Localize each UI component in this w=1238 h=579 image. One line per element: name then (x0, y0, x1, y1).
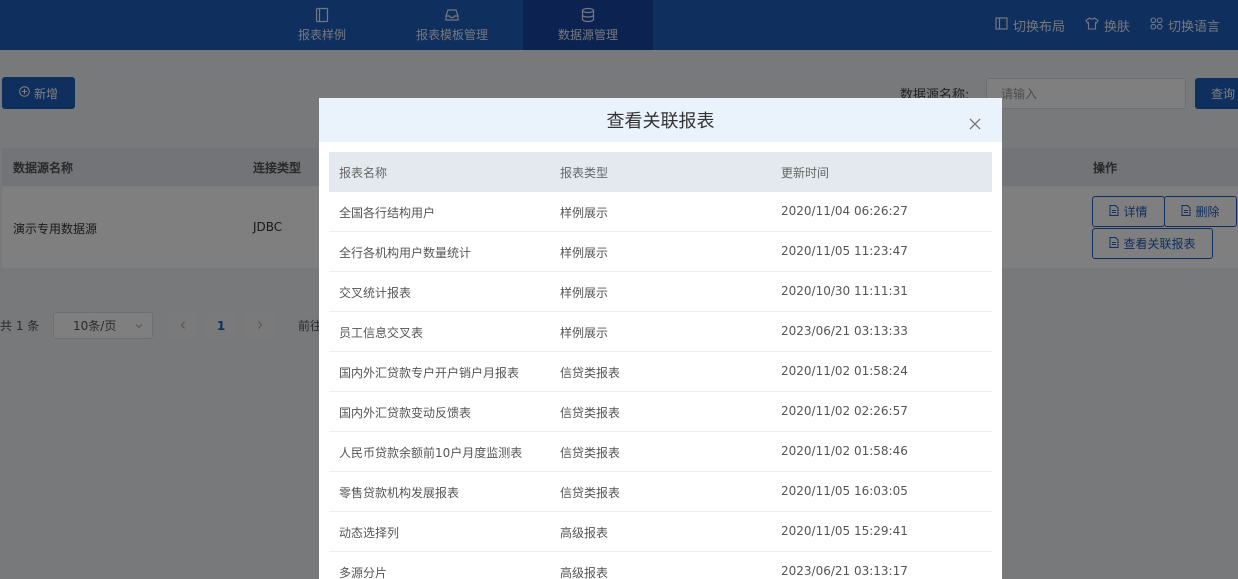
dialog-title: 查看关联报表 (606, 111, 715, 132)
report-name: 国内外汇贷款变动反馈表 (339, 406, 472, 420)
report-type: 高级报表 (560, 526, 609, 540)
column-header-report-name: 报表名称 (339, 166, 388, 180)
table-row: 多源分片 高级报表 2023/06/21 03:13:17 (329, 552, 992, 579)
table-row: 全行各机构用户数量统计 样例展示 2020/11/05 11:23:47 (329, 232, 992, 272)
related-reports-table: 报表名称 报表类型 更新时间 全国各行结构用户 样例展示 2020/11/04 … (329, 152, 992, 579)
update-time: 2020/11/02 01:58:24 (781, 364, 908, 378)
report-name: 零售贷款机构发展报表 (339, 486, 460, 500)
table-row: 员工信息交叉表 样例展示 2023/06/21 03:13:33 (329, 312, 992, 352)
update-time: 2020/11/02 02:26:57 (781, 404, 908, 418)
column-header-report-type: 报表类型 (560, 166, 609, 180)
report-type: 信贷类报表 (560, 486, 621, 500)
report-name: 交叉统计报表 (339, 286, 412, 300)
related-reports-dialog: 查看关联报表 报表名称 报表类型 更新时间 全国各行结构用户 样例展示 2020… (319, 98, 1002, 579)
report-type: 信贷类报表 (560, 406, 621, 420)
table-row: 国内外汇贷款专户开户销户月报表 信贷类报表 2020/11/02 01:58:2… (329, 352, 992, 392)
report-name: 人民币贷款余额前10户月度监测表 (339, 446, 523, 460)
column-header-update-time: 更新时间 (781, 166, 830, 180)
update-time: 2023/06/21 03:13:17 (781, 564, 908, 578)
table-header: 报表名称 报表类型 更新时间 (329, 152, 992, 192)
table-row: 交叉统计报表 样例展示 2020/10/30 11:11:31 (329, 272, 992, 312)
report-name: 全行各机构用户数量统计 (339, 246, 472, 260)
report-type: 高级报表 (560, 566, 609, 579)
update-time: 2020/11/04 06:26:27 (781, 204, 908, 218)
update-time: 2020/11/05 11:23:47 (781, 244, 908, 258)
report-type: 样例展示 (560, 286, 609, 300)
report-name: 动态选择列 (339, 526, 400, 540)
table-row: 国内外汇贷款变动反馈表 信贷类报表 2020/11/02 02:26:57 (329, 392, 992, 432)
report-name: 多源分片 (339, 566, 388, 579)
update-time: 2020/11/02 01:58:46 (781, 444, 908, 458)
table-row: 人民币贷款余额前10户月度监测表 信贷类报表 2020/11/02 01:58:… (329, 432, 992, 472)
report-name: 员工信息交叉表 (339, 326, 424, 340)
update-time: 2020/11/05 15:29:41 (781, 524, 908, 538)
table-row: 全国各行结构用户 样例展示 2020/11/04 06:26:27 (329, 192, 992, 232)
report-name: 全国各行结构用户 (339, 206, 436, 220)
report-type: 样例展示 (560, 206, 609, 220)
table-row: 零售贷款机构发展报表 信贷类报表 2020/11/05 16:03:05 (329, 472, 992, 512)
close-icon[interactable] (968, 115, 982, 130)
dialog-header: 查看关联报表 (319, 98, 1002, 142)
report-name: 国内外汇贷款专户开户销户月报表 (339, 366, 520, 380)
report-type: 样例展示 (560, 326, 609, 340)
report-type: 样例展示 (560, 246, 609, 260)
report-type: 信贷类报表 (560, 446, 621, 460)
update-time: 2020/11/05 16:03:05 (781, 484, 908, 498)
table-row: 动态选择列 高级报表 2020/11/05 15:29:41 (329, 512, 992, 552)
update-time: 2023/06/21 03:13:33 (781, 324, 908, 338)
report-type: 信贷类报表 (560, 366, 621, 380)
update-time: 2020/10/30 11:11:31 (781, 284, 908, 298)
